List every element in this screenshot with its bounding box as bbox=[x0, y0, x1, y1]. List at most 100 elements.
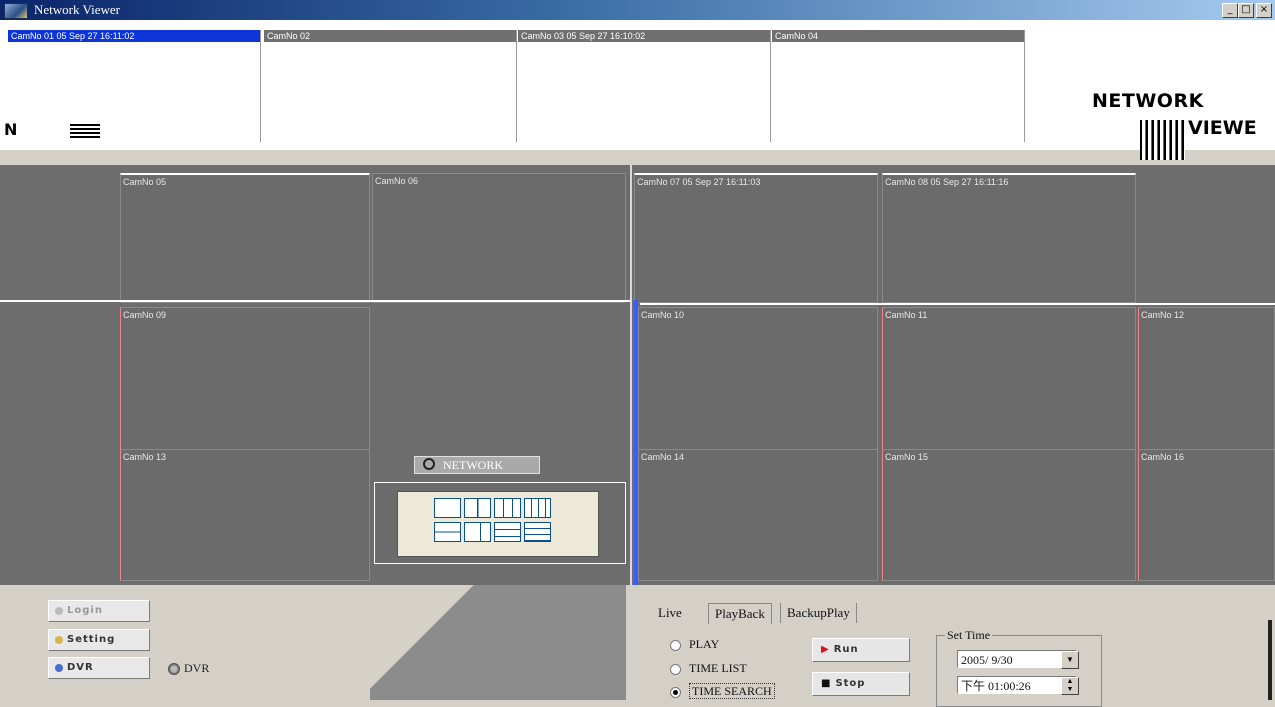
close-button[interactable]: × bbox=[1256, 3, 1272, 18]
layout-1x1-icon[interactable] bbox=[434, 498, 461, 518]
grid-camera-14[interactable]: CamNo 14 bbox=[638, 449, 878, 581]
tab-live[interactable]: Live bbox=[652, 603, 688, 623]
tab-backup-play[interactable]: BackupPlay bbox=[780, 603, 857, 623]
layout-1plus7-icon[interactable] bbox=[464, 522, 491, 542]
window-edge bbox=[1268, 620, 1272, 700]
radio-circle[interactable] bbox=[670, 639, 681, 651]
network-badge-label: NETWORK bbox=[443, 458, 503, 472]
layout-2plus8-icon[interactable] bbox=[494, 522, 521, 542]
stop-button[interactable]: ■ Stop bbox=[812, 672, 910, 696]
grid-camera-16[interactable]: CamNo 16 bbox=[1138, 449, 1275, 581]
stop-label: Stop bbox=[835, 678, 866, 689]
panel-slope bbox=[370, 585, 626, 700]
layout-1plus12-icon[interactable] bbox=[524, 522, 551, 542]
camera-label: CamNo 06 bbox=[375, 176, 419, 186]
radio-time-list[interactable]: TIME LIST bbox=[670, 661, 747, 676]
brand-stripes-right bbox=[1140, 120, 1185, 160]
maximize-button[interactable]: □ bbox=[1238, 3, 1254, 18]
play-icon: ▶ bbox=[821, 644, 830, 655]
setting-label: Setting bbox=[67, 634, 116, 645]
chevron-down-icon[interactable]: ▼ bbox=[1061, 651, 1079, 669]
dvr-status-label: DVR bbox=[184, 661, 210, 675]
setting-icon bbox=[55, 636, 63, 644]
layout-3x3-icon[interactable] bbox=[494, 498, 521, 518]
camera-label: CamNo 14 bbox=[641, 452, 685, 462]
camera-label: CamNo 01 05 Sep 27 16:11:02 bbox=[8, 30, 260, 42]
login-button[interactable]: Login bbox=[48, 600, 150, 622]
radio-circle[interactable] bbox=[670, 663, 681, 675]
brand-stripes-left bbox=[70, 124, 100, 138]
camera-label: CamNo 02 bbox=[264, 30, 516, 42]
grid-camera-15[interactable]: CamNo 15 bbox=[882, 449, 1136, 581]
top-camera-4[interactable]: CamNo 04 bbox=[772, 30, 1025, 142]
top-camera-1[interactable]: CamNo 01 05 Sep 27 16:11:02 bbox=[8, 30, 261, 142]
dvr-button-label: DVR bbox=[67, 662, 94, 673]
grid-divider bbox=[0, 300, 630, 302]
camera-label: CamNo 12 bbox=[1141, 310, 1185, 320]
grid-camera-7[interactable]: CamNo 07 05 Sep 27 16:11:03 bbox=[634, 173, 878, 303]
grid-camera-10[interactable]: CamNo 10 bbox=[638, 307, 878, 457]
camera-label: CamNo 04 bbox=[772, 30, 1024, 42]
app-icon bbox=[4, 3, 28, 19]
time-spinner[interactable]: 下午 01:00:26 bbox=[957, 676, 1077, 694]
camera-label: CamNo 13 bbox=[123, 452, 167, 462]
network-badge: NETWORK bbox=[414, 456, 540, 474]
camera-label: CamNo 10 bbox=[641, 310, 685, 320]
camera-label: CamNo 15 bbox=[885, 452, 929, 462]
tab-playback[interactable]: PlayBack bbox=[708, 603, 772, 624]
camera-label: CamNo 03 05 Sep 27 16:10:02 bbox=[518, 30, 770, 42]
spin-updown-icon[interactable]: ▲ ▼ bbox=[1061, 677, 1079, 695]
dvr-status: DVR bbox=[168, 661, 209, 676]
grid-camera-5[interactable]: CamNo 05 bbox=[120, 173, 370, 303]
minimize-button[interactable]: _ bbox=[1222, 3, 1238, 18]
radio-time-search-label: TIME SEARCH bbox=[689, 683, 775, 699]
layout-4x4-icon[interactable] bbox=[524, 498, 551, 518]
title-bar: Network Viewer _ □ × bbox=[0, 0, 1275, 20]
top-camera-2[interactable]: CamNo 02 bbox=[264, 30, 517, 142]
dvr-icon bbox=[55, 664, 63, 672]
radio-circle[interactable] bbox=[670, 686, 681, 698]
camera-label: CamNo 11 bbox=[885, 310, 928, 320]
layout-picker bbox=[374, 482, 626, 564]
setting-button[interactable]: Setting bbox=[48, 629, 150, 651]
stop-icon: ■ bbox=[821, 678, 832, 689]
network-ring-icon bbox=[423, 458, 435, 470]
set-time-legend: Set Time bbox=[945, 628, 993, 643]
grid-camera-6[interactable]: CamNo 06 bbox=[372, 173, 626, 303]
radio-play[interactable]: PLAY bbox=[670, 637, 719, 652]
top-camera-strip: CamNo 01 05 Sep 27 16:11:02 CamNo 02 Cam… bbox=[0, 20, 1275, 150]
camera-label: CamNo 16 bbox=[1141, 452, 1185, 462]
camera-label: CamNo 05 bbox=[123, 177, 167, 187]
grid-camera-12[interactable]: CamNo 12 bbox=[1138, 307, 1275, 457]
top-camera-3[interactable]: CamNo 03 05 Sep 27 16:10:02 bbox=[518, 30, 771, 142]
layout-2x2-icon[interactable] bbox=[464, 498, 491, 518]
window-title: Network Viewer bbox=[34, 2, 120, 17]
layout-picker-panel bbox=[397, 491, 599, 557]
brand-logo-network: NETWORK bbox=[1092, 90, 1204, 112]
login-label: Login bbox=[67, 605, 103, 616]
grid-camera-13[interactable]: CamNo 13 bbox=[120, 449, 370, 581]
grid-camera-8[interactable]: CamNo 08 05 Sep 27 16:11:16 bbox=[882, 173, 1136, 303]
grid-camera-11[interactable]: CamNo 11 bbox=[882, 307, 1136, 457]
grid-divider-vertical bbox=[630, 165, 632, 585]
layout-1plus5-icon[interactable] bbox=[434, 522, 461, 542]
date-picker[interactable]: 2005/ 9/30 bbox=[957, 650, 1077, 668]
dvr-button[interactable]: DVR bbox=[48, 657, 150, 679]
run-button[interactable]: ▶ Run bbox=[812, 638, 910, 662]
run-label: Run bbox=[833, 644, 859, 655]
grid-camera-9[interactable]: CamNo 09 bbox=[120, 307, 370, 457]
radio-time-list-label: TIME LIST bbox=[689, 661, 747, 675]
radio-time-search[interactable]: TIME SEARCH bbox=[670, 683, 775, 699]
login-icon bbox=[55, 607, 63, 615]
brand-logo-fragment-left: N bbox=[4, 120, 18, 139]
dvr-status-icon bbox=[168, 663, 180, 676]
set-time-group: Set Time 2005/ 9/30 ▼ 下午 01:00:26 ▲ ▼ bbox=[936, 628, 1102, 707]
selection-strip bbox=[634, 300, 638, 585]
brand-logo-fragment-right: VIEWE bbox=[1188, 117, 1257, 139]
radio-play-label: PLAY bbox=[689, 637, 720, 651]
grid-divider bbox=[640, 303, 1275, 305]
time-value: 下午 01:00:26 bbox=[961, 679, 1031, 693]
camera-label: CamNo 07 05 Sep 27 16:11:03 bbox=[637, 177, 761, 187]
camera-label: CamNo 08 05 Sep 27 16:11:16 bbox=[885, 177, 1009, 187]
date-value: 2005/ 9/30 bbox=[961, 653, 1013, 667]
